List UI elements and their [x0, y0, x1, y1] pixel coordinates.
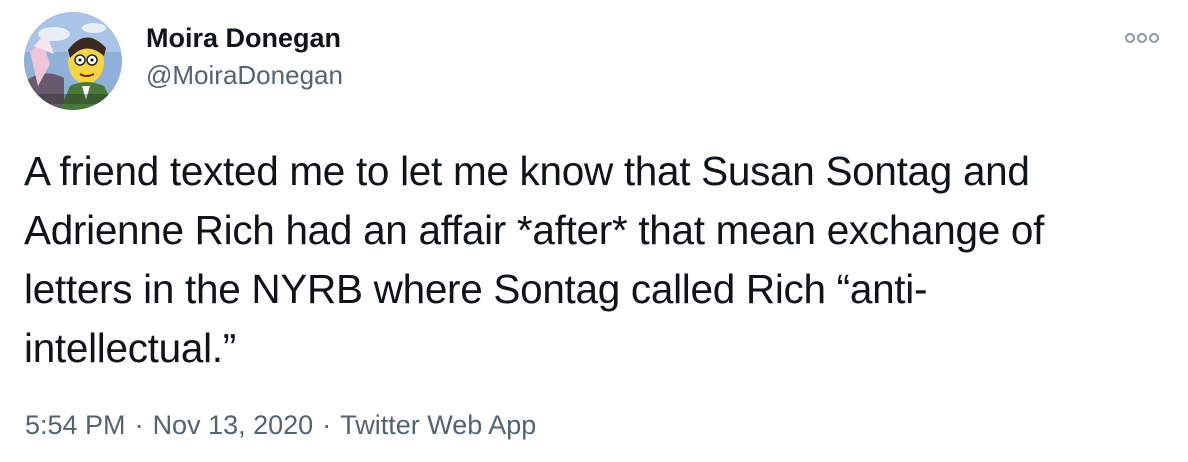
cartoon-avatar-icon [24, 12, 122, 110]
meta-separator: · [322, 410, 332, 440]
meta-separator: · [134, 410, 144, 440]
tweet-text-line: Adrienne Rich had an affair *after* that… [24, 207, 1045, 253]
tweet-text-line: letters in the NYRB where Sontag called … [24, 266, 928, 312]
tweet-text-line: A friend texted me to let me know that S… [24, 148, 1030, 194]
author-handle[interactable]: @MoiraDonegan [146, 58, 343, 92]
tweet-source[interactable]: Twitter Web App [340, 410, 536, 440]
tweet-text-line: intellectual.” [24, 325, 236, 371]
tweet-time[interactable]: 5:54 PM [25, 410, 126, 440]
tweet-meta: 5:54 PM · Nov 13, 2020 · Twitter Web App [25, 407, 536, 443]
author-block: Moira Donegan @MoiraDonegan [146, 20, 343, 92]
more-options-icon [1125, 33, 1159, 43]
tweet-date[interactable]: Nov 13, 2020 [153, 410, 314, 440]
tweet-card: Moira Donegan @MoiraDonegan A friend tex… [0, 0, 1188, 462]
tweet-text: A friend texted me to let me know that S… [24, 142, 1174, 378]
avatar[interactable] [24, 12, 122, 110]
author-display-name[interactable]: Moira Donegan [146, 20, 343, 56]
more-options-button[interactable] [1124, 28, 1160, 48]
